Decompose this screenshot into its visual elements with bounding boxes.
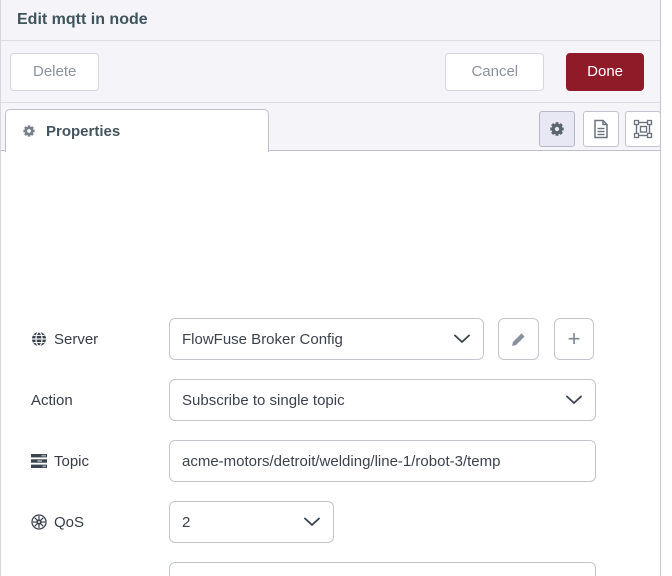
output-label: Output (31, 562, 99, 576)
chevron-down-icon (566, 395, 582, 405)
tasks-icon (31, 454, 47, 468)
empire-icon (31, 514, 47, 530)
tray-header: Edit mqtt in node (1, 0, 660, 41)
delete-button[interactable]: Delete (10, 52, 100, 91)
edit-server-button[interactable] (498, 318, 539, 360)
server-select[interactable]: FlowFuse Broker Config (169, 318, 484, 360)
add-server-button[interactable]: + (554, 318, 594, 360)
gear-icon (548, 120, 566, 138)
properties-form: Server FlowFuse Broker Config + Action S… (1, 151, 660, 576)
edit-node-tray: Edit mqtt in node Delete Cancel Done Pro… (0, 0, 661, 576)
description-tool-button[interactable] (583, 111, 619, 147)
tray-toolbar: Delete Cancel Done (1, 41, 660, 103)
settings-tool-button[interactable] (539, 111, 575, 147)
action-select[interactable]: Subscribe to single topic (169, 379, 596, 421)
done-button[interactable]: Done (566, 52, 644, 91)
appearance-tool-button[interactable] (625, 111, 661, 147)
chevron-down-icon (454, 334, 470, 344)
globe-icon (31, 331, 47, 347)
editor-tabbar: Properties (1, 103, 661, 152)
document-icon (592, 119, 610, 139)
tray-resize-gutter[interactable] (662, 0, 672, 576)
tab-properties[interactable]: Properties (5, 109, 269, 152)
appearance-icon (633, 119, 653, 139)
qos-select[interactable]: 2 (169, 501, 334, 543)
output-select[interactable]: auto-detect (parsed JSON object, string … (169, 562, 596, 576)
cancel-button[interactable]: Cancel (445, 52, 545, 91)
server-label: Server (31, 318, 98, 360)
tab-properties-label: Properties (46, 122, 121, 140)
chevron-down-icon (304, 517, 320, 527)
action-label: Action (31, 391, 73, 409)
qos-label: QoS (31, 501, 84, 543)
gear-icon (21, 123, 37, 139)
topic-label: Topic (31, 440, 89, 482)
topic-input[interactable] (169, 440, 596, 482)
plus-icon: + (567, 326, 581, 351)
dialog-title: Edit mqtt in node (17, 11, 148, 28)
pencil-icon (511, 332, 526, 347)
